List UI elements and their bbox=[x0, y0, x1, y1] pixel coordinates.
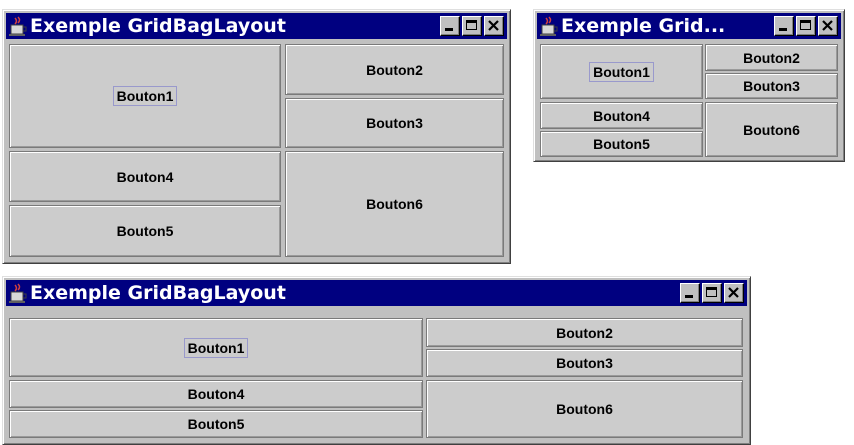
minimize-button[interactable] bbox=[774, 16, 794, 36]
minimize-icon bbox=[445, 28, 453, 31]
bouton2-button[interactable]: Bouton2 bbox=[705, 44, 838, 71]
button-label: Bouton5 bbox=[593, 136, 650, 152]
maximize-button[interactable] bbox=[702, 283, 722, 303]
bouton6-button[interactable]: Bouton6 bbox=[705, 102, 838, 157]
window-gridbag-wide: Exemple GridBagLayout Bouton1 Bouton2 Bo… bbox=[2, 276, 751, 445]
maximize-icon bbox=[466, 20, 477, 30]
maximize-icon bbox=[800, 20, 811, 30]
window-gridbag-large: Exemple GridBagLayout Bouton1 Bouton2 Bo… bbox=[2, 9, 511, 264]
close-button[interactable] bbox=[724, 283, 744, 303]
button-label: Bouton5 bbox=[116, 223, 174, 239]
button-label: Bouton2 bbox=[556, 324, 613, 341]
bouton4-button[interactable]: Bouton4 bbox=[9, 380, 423, 408]
bouton4-button[interactable]: Bouton4 bbox=[540, 102, 703, 129]
bouton1-button[interactable]: Bouton1 bbox=[540, 44, 703, 99]
button-label: Bouton3 bbox=[556, 355, 613, 371]
button-label: Bouton4 bbox=[593, 107, 650, 124]
button-label: Bouton1 bbox=[112, 86, 178, 106]
button-label: Bouton2 bbox=[743, 49, 800, 66]
bouton6-button[interactable]: Bouton6 bbox=[285, 151, 504, 257]
content-pane: Bouton1 Bouton2 Bouton3 Bouton4 Bouton5 … bbox=[7, 310, 746, 440]
button-label: Bouton6 bbox=[556, 401, 613, 417]
button-label: Bouton5 bbox=[187, 416, 245, 432]
close-icon bbox=[728, 287, 739, 298]
bouton3-button[interactable]: Bouton3 bbox=[426, 349, 743, 377]
bouton4-button[interactable]: Bouton4 bbox=[9, 151, 281, 202]
java-cup-icon bbox=[9, 16, 27, 36]
title-bar[interactable]: Exemple Grid... bbox=[537, 13, 841, 39]
maximize-button[interactable] bbox=[462, 16, 482, 36]
content-pane: Bouton1 Bouton2 Bouton3 Bouton4 Bouton5 … bbox=[538, 43, 840, 157]
bouton5-button[interactable]: Bouton5 bbox=[540, 131, 703, 157]
close-button[interactable] bbox=[484, 16, 504, 36]
button-label: Bouton3 bbox=[743, 78, 800, 94]
title-bar[interactable]: Exemple GridBagLayout bbox=[6, 13, 507, 39]
maximize-button[interactable] bbox=[796, 16, 816, 36]
bouton1-button[interactable]: Bouton1 bbox=[9, 44, 281, 148]
bouton1-button[interactable]: Bouton1 bbox=[9, 318, 423, 377]
java-cup-icon bbox=[9, 283, 27, 303]
window-title: Exemple Grid... bbox=[561, 15, 726, 37]
button-label: Bouton4 bbox=[116, 168, 174, 185]
button-label: Bouton1 bbox=[183, 337, 249, 358]
button-label: Bouton1 bbox=[589, 61, 654, 82]
close-button[interactable] bbox=[818, 16, 838, 36]
bouton3-button[interactable]: Bouton3 bbox=[705, 73, 838, 99]
minimize-icon bbox=[685, 295, 693, 298]
bouton2-button[interactable]: Bouton2 bbox=[426, 318, 743, 347]
bouton5-button[interactable]: Bouton5 bbox=[9, 410, 423, 438]
bouton6-button[interactable]: Bouton6 bbox=[426, 380, 743, 438]
window-gridbag-small: Exemple Grid... Bouton1 Bouton2 Bouton3 … bbox=[533, 9, 845, 162]
close-icon bbox=[822, 20, 833, 31]
content-pane: Bouton1 Bouton2 Bouton3 Bouton4 Bouton5 … bbox=[7, 43, 506, 259]
java-cup-icon bbox=[540, 16, 558, 36]
minimize-button[interactable] bbox=[680, 283, 700, 303]
window-title: Exemple GridBagLayout bbox=[30, 282, 286, 304]
bouton3-button[interactable]: Bouton3 bbox=[285, 98, 504, 148]
maximize-icon bbox=[706, 287, 717, 297]
button-label: Bouton3 bbox=[366, 115, 423, 131]
button-label: Bouton6 bbox=[366, 196, 423, 212]
button-label: Bouton2 bbox=[366, 61, 423, 78]
minimize-icon bbox=[779, 28, 787, 31]
bouton5-button[interactable]: Bouton5 bbox=[9, 205, 281, 257]
close-icon bbox=[488, 20, 499, 31]
title-bar[interactable]: Exemple GridBagLayout bbox=[6, 280, 747, 306]
bouton2-button[interactable]: Bouton2 bbox=[285, 44, 504, 95]
window-title: Exemple GridBagLayout bbox=[30, 15, 286, 37]
button-label: Bouton6 bbox=[743, 121, 800, 138]
minimize-button[interactable] bbox=[440, 16, 460, 36]
button-label: Bouton4 bbox=[187, 386, 245, 402]
